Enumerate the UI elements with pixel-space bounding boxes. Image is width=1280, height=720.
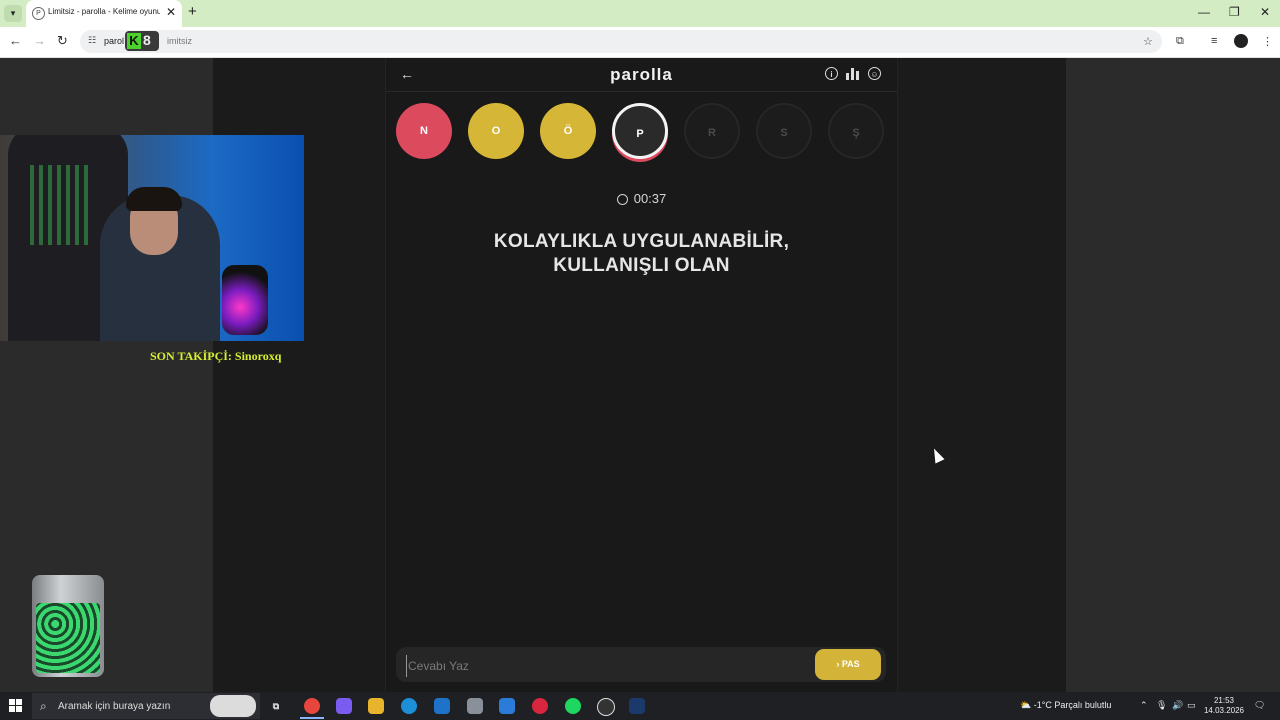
answer-bar: › PAS xyxy=(396,647,886,682)
reload-button[interactable]: ↻ xyxy=(57,33,68,49)
browser-tab[interactable]: P Limitsiz - parolla - Kelime oyunu ✕ xyxy=(26,0,182,27)
copilot-taskbar-icon[interactable] xyxy=(336,698,352,714)
profile-avatar[interactable] xyxy=(1234,34,1248,48)
stream-right-panel xyxy=(1066,58,1280,692)
question-line-2: KULLANIŞLI OLAN xyxy=(553,255,730,276)
letter-circle-0: N xyxy=(396,103,452,159)
timer-value: 00:37 xyxy=(633,191,667,206)
letter-circle-4: R xyxy=(684,103,740,159)
url-bar[interactable]: ☷ parol imitsiz K 8 xyxy=(80,30,1162,53)
network-icon[interactable]: ▭ xyxy=(1187,700,1196,711)
tab-favicon: P xyxy=(32,7,45,20)
file-explorer-icon[interactable] xyxy=(368,698,384,714)
letter-circle-5: S xyxy=(756,103,812,159)
bookmark-star-icon[interactable]: ☆ xyxy=(1143,35,1153,48)
edge-taskbar-icon[interactable] xyxy=(401,698,417,714)
question-line-1: KOLAYLIKLA UYGULANABİLİR, xyxy=(493,231,790,252)
timer: 00:37 xyxy=(386,191,897,206)
webcam-overlay xyxy=(0,135,304,341)
windows-taskbar: ⌕ Aramak için buraya yazın ⧉ ⛅ -1°C Parç… xyxy=(0,692,1280,720)
weather-widget[interactable]: ⛅ -1°C Parçalı bulutlu xyxy=(1020,700,1111,711)
tray-expand-icon[interactable]: ⌃ xyxy=(1140,700,1148,711)
back-button[interactable]: ← xyxy=(9,33,22,48)
browser-tab-bar: ▾ P Limitsiz - parolla - Kelime oyunu ✕ … xyxy=(0,0,1280,27)
spotify-taskbar-icon[interactable] xyxy=(565,698,581,714)
site-info-icon[interactable]: ☷ xyxy=(88,35,96,46)
microphone-icon[interactable]: 🎙 xyxy=(1156,700,1167,711)
taskbar-time: 21:53 xyxy=(1213,696,1235,705)
game-title: parolla xyxy=(610,65,673,84)
outlook-taskbar-icon[interactable] xyxy=(434,698,450,714)
game-header: ← parolla i ☺ xyxy=(386,58,897,92)
info-icon[interactable]: i xyxy=(825,67,838,80)
taskbar-clock[interactable]: 21:53 14.03.2026 xyxy=(1198,696,1250,716)
minimize-button[interactable]: — xyxy=(1198,5,1210,19)
k8-logo-k: K xyxy=(127,33,141,49)
notification-icon[interactable]: 🗨 xyxy=(1254,700,1265,711)
letter-circle-1: O xyxy=(468,103,524,159)
letter-circle-6: Ş xyxy=(828,103,884,159)
start-button[interactable] xyxy=(9,699,23,713)
webcam-microphone xyxy=(222,265,268,335)
volume-icon[interactable]: 🔊 xyxy=(1172,700,1183,711)
taskbar-search[interactable]: ⌕ Aramak için buraya yazın xyxy=(32,693,260,719)
letter-circle-2: Ö xyxy=(540,103,596,159)
search-highlight-image xyxy=(210,695,256,717)
k8-overlay-logo: K 8 xyxy=(125,31,159,51)
forward-button[interactable]: → xyxy=(33,33,46,48)
stats-icon[interactable] xyxy=(846,68,860,80)
task-view-icon[interactable]: ⧉ xyxy=(268,698,284,714)
extensions-icon[interactable]: ⧉ xyxy=(1176,35,1184,48)
weather-text: -1°C Parçalı bulutlu xyxy=(1033,700,1112,710)
close-window-button[interactable]: ✕ xyxy=(1260,5,1270,19)
pass-button[interactable]: › PAS xyxy=(815,649,881,680)
question-text: KOLAYLIKLA UYGULANABİLİR, KULLANIŞLI OLA… xyxy=(426,230,857,278)
last-follower-label: SON TAKİPÇİ: Sinoroxq xyxy=(150,349,282,363)
clock-icon xyxy=(616,194,628,205)
parolla-game: ← parolla i ☺ NOÖPRSŞ 00:37 KOLAYLIKLA U… xyxy=(385,58,898,692)
active-app-indicator xyxy=(300,717,324,719)
restore-button[interactable]: ❐ xyxy=(1229,5,1240,19)
address-toolbar: ← → ↻ ☷ parol imitsiz K 8 ☆ ⧉ ≡ ⋮ xyxy=(0,27,1280,58)
pass-label: PAS xyxy=(841,659,860,669)
weather-icon: ⛅ xyxy=(1020,700,1032,710)
browser-menu-icon[interactable]: ⋮ xyxy=(1262,35,1273,48)
webcam-shirt-print xyxy=(30,165,90,245)
tip-jar-fill xyxy=(36,603,100,673)
chrome-taskbar-icon[interactable] xyxy=(304,698,320,714)
taskbar-date: 14.03.2026 xyxy=(1203,706,1245,715)
tab-close-icon[interactable]: ✕ xyxy=(166,5,176,19)
webcam-streamer-hair xyxy=(126,187,182,211)
app-taskbar-icon[interactable] xyxy=(467,698,483,714)
k8-logo-8: 8 xyxy=(143,32,151,48)
new-tab-button[interactable]: + xyxy=(188,3,197,20)
letter-circle-3: P xyxy=(612,103,668,159)
media-control-icon[interactable]: ≡ xyxy=(1211,35,1217,47)
taskbar-search-text: Aramak için buraya yazın xyxy=(58,701,171,712)
search-icon: ⌕ xyxy=(40,699,47,713)
red-app-taskbar-icon[interactable] xyxy=(532,698,548,714)
tab-list-button[interactable]: ▾ xyxy=(4,5,22,22)
chevron-right-icon: › xyxy=(836,659,840,669)
store-taskbar-icon[interactable] xyxy=(499,698,515,714)
tip-jar-widget xyxy=(32,575,104,677)
answer-input[interactable] xyxy=(406,655,800,677)
recorder-taskbar-icon[interactable] xyxy=(597,698,615,716)
tab-title: Limitsiz - parolla - Kelime oyunu xyxy=(48,7,160,16)
steam-taskbar-icon[interactable] xyxy=(629,698,645,714)
profile-icon[interactable]: ☺ xyxy=(868,67,881,80)
